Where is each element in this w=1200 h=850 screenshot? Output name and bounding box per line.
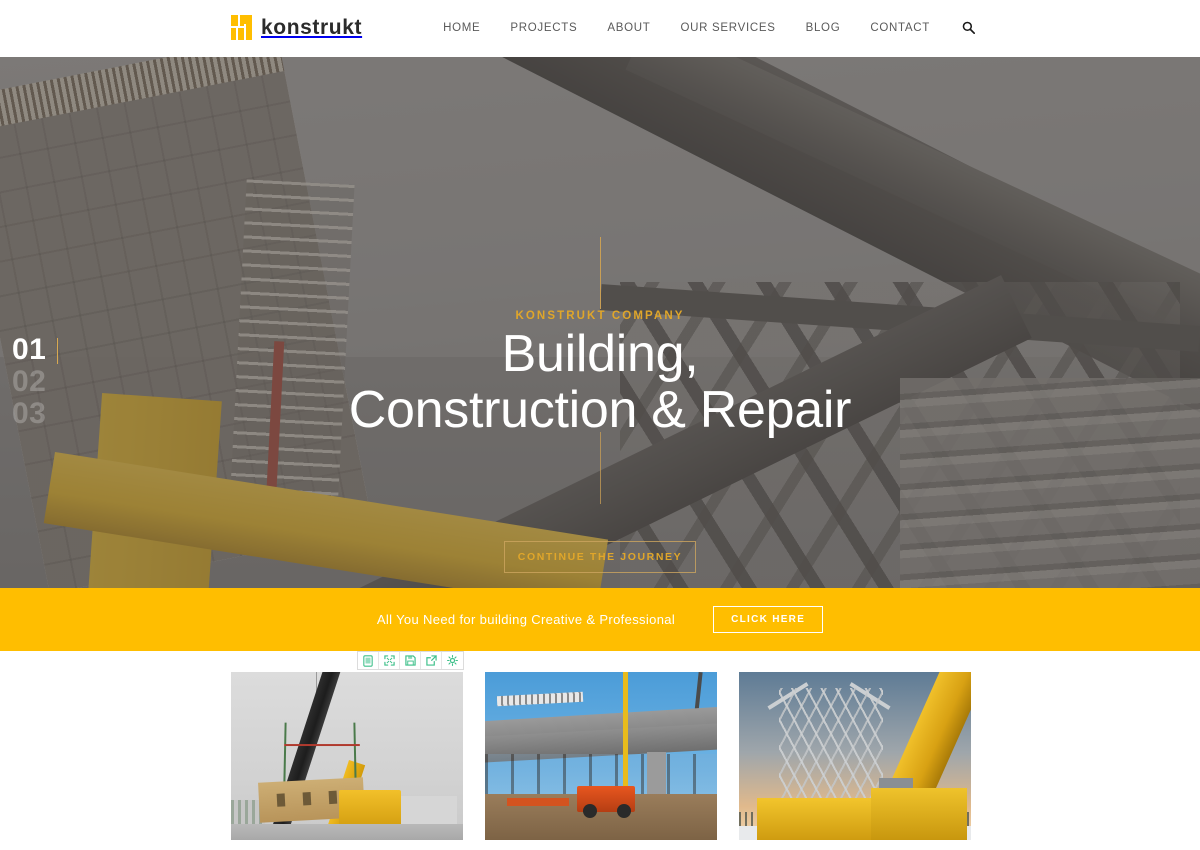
nav-item-home[interactable]: HOME [443, 22, 480, 34]
promo-bar: All You Need for building Creative & Pro… [0, 588, 1200, 651]
nav-item-our-services[interactable]: OUR SERVICES [680, 22, 775, 34]
nav-item-contact[interactable]: CONTACT [870, 22, 930, 34]
konstrukt-logo-icon [231, 15, 252, 40]
gallery-item-3[interactable] [739, 672, 971, 840]
click-here-button[interactable]: CLICK HERE [713, 606, 824, 633]
promo-text: All You Need for building Creative & Pro… [376, 612, 676, 627]
gallery-item-1[interactable] [231, 672, 463, 840]
search-icon[interactable] [962, 21, 975, 34]
brand-logo[interactable]: konstrukt [231, 15, 362, 40]
site-header: konstrukt HOME PROJECTS ABOUT OUR SERVIC… [0, 0, 1200, 57]
hero-title-line-2: Construction & Repair [348, 381, 852, 439]
editor-toolbar [357, 651, 464, 670]
hero-divider-bottom [600, 432, 601, 504]
nav-item-about[interactable]: ABOUT [607, 22, 650, 34]
hero-divider-top [600, 237, 601, 309]
continue-the-journey-button[interactable]: CONTINUE THE JOURNEY [504, 541, 696, 573]
gear-icon[interactable] [442, 652, 463, 669]
hero-content: KONSTRUKT COMPANY Building, Construction… [0, 310, 1200, 436]
nav-item-blog[interactable]: BLOG [806, 22, 841, 34]
nav-item-projects[interactable]: PROJECTS [510, 22, 577, 34]
hero-title-line-1: Building, [501, 325, 699, 383]
hero-eyebrow: KONSTRUKT COMPANY [515, 310, 685, 322]
external-link-icon[interactable] [421, 652, 442, 669]
fullscreen-expand-icon[interactable] [379, 652, 400, 669]
project-gallery [231, 672, 971, 840]
hero-slider: 01 02 03 KONSTRUKT COMPANY Building, Con… [0, 57, 1200, 588]
gallery-section [0, 651, 1200, 850]
gallery-item-2[interactable] [485, 672, 717, 840]
save-icon[interactable] [400, 652, 421, 669]
main-navigation: HOME PROJECTS ABOUT OUR SERVICES BLOG CO… [443, 21, 975, 34]
brand-name: konstrukt [261, 16, 363, 39]
hero-title: Building, Construction & Repair [0, 328, 1200, 436]
mobile-preview-icon[interactable] [358, 652, 379, 669]
